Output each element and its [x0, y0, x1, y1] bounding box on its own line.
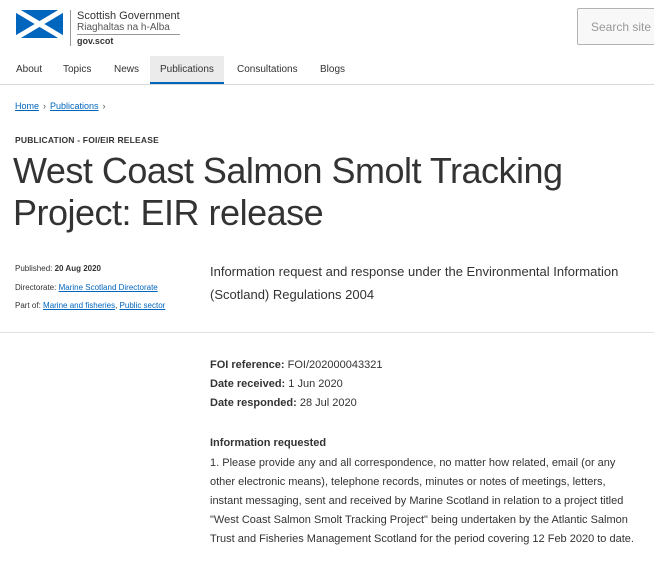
- breadcrumb: Home › Publications ›: [15, 101, 110, 111]
- date-received-value: 1 Jun 2020: [288, 378, 343, 390]
- logo-domain: gov.scot: [77, 34, 180, 46]
- search-placeholder: Search site: [591, 20, 652, 34]
- information-requested-body: 1. Please provide any and all correspond…: [210, 457, 634, 545]
- published-row: Published: 20 Aug 2020: [15, 260, 165, 279]
- breadcrumb-separator: ›: [102, 101, 106, 111]
- marine-and-fisheries-link[interactable]: Marine and fisheries: [43, 301, 115, 310]
- nav-item-about[interactable]: About: [16, 56, 42, 84]
- scottish-government-logo[interactable]: Scottish Government Riaghaltas na h-Alba…: [16, 10, 180, 46]
- nav-item-publications[interactable]: Publications: [150, 56, 224, 84]
- logo-text: Scottish Government Riaghaltas na h-Alba…: [70, 10, 180, 46]
- information-requested-heading: Information requested: [210, 437, 327, 449]
- directorate-label: Directorate:: [15, 282, 57, 292]
- public-sector-link[interactable]: Public sector: [120, 301, 166, 310]
- foi-reference-label: FOI reference:: [210, 359, 285, 371]
- nav-item-topics[interactable]: Topics: [63, 56, 91, 84]
- page-title: West Coast Salmon Smolt Tracking Project…: [13, 150, 563, 233]
- date-responded-value: 28 Jul 2020: [299, 397, 357, 409]
- site-header: Scottish Government Riaghaltas na h-Alba…: [0, 0, 654, 52]
- foi-details: FOI reference: FOI/202000043321 Date rec…: [210, 356, 382, 413]
- foi-reference-row: FOI reference: FOI/202000043321: [210, 356, 382, 375]
- date-responded-row: Date responded: 28 Jul 2020: [210, 394, 382, 413]
- directorate-link[interactable]: Marine Scotland Directorate: [59, 283, 158, 292]
- saltire-flag-icon: [16, 10, 63, 38]
- logo-gaelic-title: Riaghaltas na h-Alba: [77, 22, 170, 33]
- published-date: 20 Aug 2020: [54, 264, 101, 273]
- published-label: Published:: [15, 264, 53, 273]
- publication-metadata: Published: 20 Aug 2020 Directorate: Mari…: [15, 260, 165, 316]
- part-of-label: Part of:: [15, 301, 41, 310]
- date-received-row: Date received: 1 Jun 2020: [210, 375, 382, 394]
- breadcrumb-home-link[interactable]: Home: [15, 101, 39, 111]
- date-responded-label: Date responded:: [210, 397, 297, 409]
- date-received-label: Date received:: [210, 378, 286, 390]
- part-of-row: Part of: Marine and fisheries, Public se…: [15, 301, 166, 310]
- divider: [0, 332, 654, 333]
- breadcrumb-publications-link[interactable]: Publications: [50, 101, 99, 111]
- nav-item-news[interactable]: News: [114, 56, 139, 84]
- publication-type-label: PUBLICATION - FOI/EIR RELEASE: [15, 135, 160, 145]
- nav-item-blogs[interactable]: Blogs: [320, 56, 345, 84]
- directorate-row: Directorate: Marine Scotland Directorate: [15, 279, 165, 298]
- main-navigation: About Topics News Publications Consultat…: [0, 56, 654, 85]
- logo-title: Scottish Government: [77, 10, 180, 22]
- foi-reference-value: FOI/202000043321: [287, 359, 383, 371]
- breadcrumb-separator: ›: [43, 101, 47, 111]
- search-input[interactable]: Search site: [577, 8, 654, 45]
- page-summary: Information request and response under t…: [210, 264, 619, 302]
- nav-item-consultations[interactable]: Consultations: [237, 56, 298, 84]
